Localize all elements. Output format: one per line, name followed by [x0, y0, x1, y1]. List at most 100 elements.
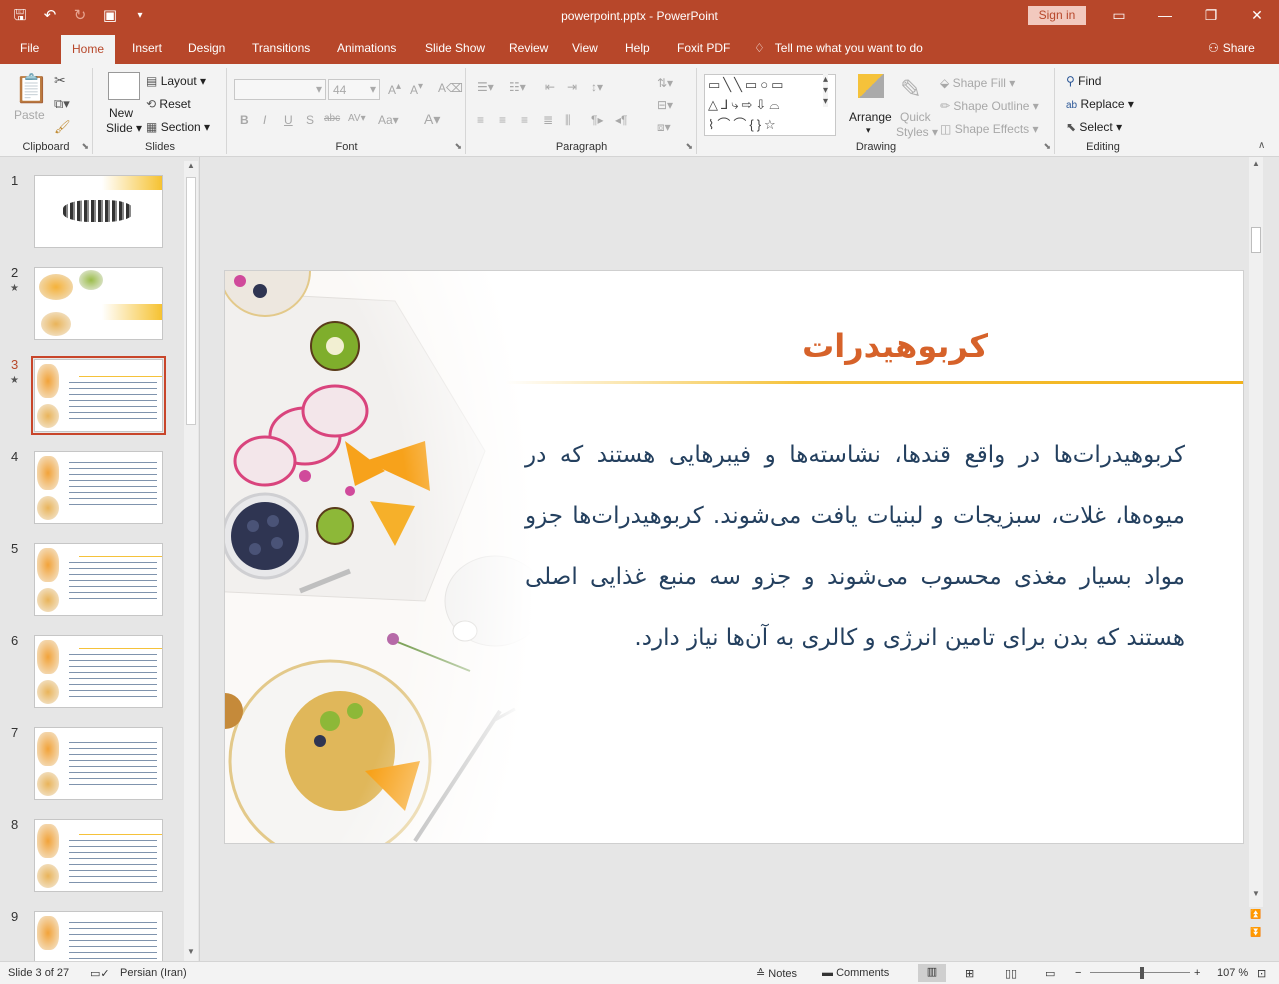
- notes-button[interactable]: ≙ Notes: [756, 967, 797, 980]
- shapes-gallery[interactable]: ▭╲╲▭○▭ △⅃⤷⇨⇩⌓ ⌇⌒⌒{}☆: [704, 74, 836, 136]
- slide-thumbnail-8[interactable]: [34, 819, 163, 892]
- justify-icon[interactable]: ≣: [543, 113, 553, 127]
- quick-styles-button[interactable]: ✎: [900, 74, 922, 105]
- scroll-down-icon[interactable]: ▼: [1249, 889, 1263, 898]
- font-size-box[interactable]: 44 ▾: [328, 79, 380, 100]
- slide-thumbnail-3[interactable]: [31, 356, 166, 435]
- scroll-thumb[interactable]: [1251, 227, 1261, 253]
- section-button[interactable]: ▦ Section ▾: [146, 120, 210, 134]
- slide-thumbnail-9[interactable]: [34, 911, 163, 961]
- change-case-icon[interactable]: Aa▾: [378, 113, 399, 127]
- paste-button[interactable]: 📋: [14, 72, 49, 105]
- strikethrough-icon[interactable]: abc: [324, 113, 340, 124]
- editor-scrollbar[interactable]: ▲ ▼: [1249, 157, 1263, 907]
- scroll-thumb[interactable]: [186, 177, 196, 425]
- character-spacing-icon[interactable]: AV▾: [348, 113, 366, 124]
- tab-animations[interactable]: Animations: [337, 41, 396, 55]
- decrease-indent-icon[interactable]: ⇤: [545, 80, 555, 94]
- shape-effects-button[interactable]: ◫ Shape Effects ▾: [940, 122, 1039, 136]
- share-button[interactable]: ⚇ Share: [1208, 41, 1255, 55]
- new-slide-button[interactable]: [104, 72, 140, 100]
- clear-formatting-icon[interactable]: A⌫: [438, 81, 463, 95]
- align-left-icon[interactable]: ≡: [477, 113, 484, 127]
- grow-font-icon[interactable]: A▴: [388, 81, 401, 97]
- slide-show-view-icon[interactable]: ▭: [1045, 967, 1055, 980]
- layout-button[interactable]: ▤ Layout ▾: [146, 74, 206, 88]
- align-right-icon[interactable]: ≡: [521, 113, 528, 127]
- text-direction-icon[interactable]: ⇅▾: [657, 76, 673, 90]
- slide-sorter-view-icon[interactable]: ⊞: [965, 967, 974, 980]
- fit-to-window-icon[interactable]: ⊡: [1257, 967, 1266, 980]
- reading-view-icon[interactable]: ▯▯: [1005, 967, 1017, 980]
- scroll-up-icon[interactable]: ▲: [1249, 159, 1263, 168]
- tab-home[interactable]: Home: [61, 35, 116, 64]
- smartart-icon[interactable]: ⧈▾: [657, 120, 671, 135]
- tell-me-box[interactable]: ♢ Tell me what you want to do: [754, 41, 923, 55]
- slide-thumbnail-5[interactable]: [34, 543, 163, 616]
- replace-button[interactable]: ab Replace ▾: [1066, 97, 1134, 111]
- slide-thumbnail-6[interactable]: [34, 635, 163, 708]
- bullets-icon[interactable]: ☰▾: [477, 80, 494, 94]
- italic-icon[interactable]: I: [263, 113, 266, 127]
- font-dialog-launcher-icon[interactable]: ⬊: [454, 141, 462, 152]
- comments-button[interactable]: ▬ Comments: [822, 967, 889, 979]
- shapes-more-icon[interactable]: ▴ ▾ ▾: [823, 74, 829, 107]
- rtl-icon[interactable]: ◂¶: [615, 113, 627, 127]
- close-button[interactable]: ✕: [1242, 4, 1272, 26]
- format-painter-icon[interactable]: 🖌: [54, 119, 71, 135]
- shrink-font-icon[interactable]: A▾: [410, 81, 423, 97]
- shape-fill-button[interactable]: ⬙ Shape Fill ▾: [940, 76, 1015, 90]
- clipboard-dialog-launcher-icon[interactable]: ⬊: [81, 141, 89, 152]
- slide-title[interactable]: کربوهیدرات: [645, 327, 1145, 365]
- tab-foxit-pdf[interactable]: Foxit PDF: [677, 41, 730, 55]
- collapse-ribbon-icon[interactable]: ∧: [1258, 140, 1265, 151]
- reset-button[interactable]: ⟲ Reset: [146, 97, 191, 111]
- tab-slide-show[interactable]: Slide Show: [425, 41, 485, 55]
- previous-slide-icon[interactable]: ⏫: [1249, 909, 1263, 920]
- font-name-box[interactable]: ▾: [234, 79, 326, 100]
- zoom-slider-thumb[interactable]: [1140, 967, 1144, 979]
- ribbon-display-options-icon[interactable]: ▭: [1104, 4, 1134, 26]
- zoom-in-icon[interactable]: +: [1194, 967, 1200, 979]
- scroll-up-icon[interactable]: ▲: [184, 161, 198, 170]
- normal-view-icon[interactable]: ▥: [918, 964, 946, 982]
- zoom-out-icon[interactable]: −: [1075, 967, 1081, 979]
- tab-help[interactable]: Help: [625, 41, 650, 55]
- shadow-icon[interactable]: S: [306, 113, 314, 127]
- tab-file[interactable]: File: [20, 41, 39, 55]
- select-button[interactable]: ⬉ Select ▾: [1066, 120, 1122, 134]
- zoom-level[interactable]: 107 %: [1217, 967, 1248, 979]
- arrange-button[interactable]: [850, 74, 884, 98]
- drawing-dialog-launcher-icon[interactable]: ⬊: [1043, 141, 1051, 152]
- shape-outline-button[interactable]: ✏ Shape Outline ▾: [940, 99, 1039, 113]
- next-slide-icon[interactable]: ⏬: [1249, 927, 1263, 938]
- tab-transitions[interactable]: Transitions: [252, 41, 310, 55]
- paragraph-dialog-launcher-icon[interactable]: ⬊: [685, 141, 693, 152]
- font-color-icon[interactable]: A▾: [424, 111, 440, 128]
- copy-icon[interactable]: ⧉▾: [54, 96, 70, 112]
- underline-icon[interactable]: U: [284, 113, 293, 127]
- thumbnails-scrollbar[interactable]: ▲ ▼: [184, 161, 198, 961]
- scroll-down-icon[interactable]: ▼: [184, 947, 198, 956]
- align-text-icon[interactable]: ⊟▾: [657, 98, 673, 112]
- bold-icon[interactable]: B: [240, 113, 249, 127]
- cut-icon[interactable]: ✂: [54, 72, 66, 89]
- slide-thumbnail-7[interactable]: [34, 727, 163, 800]
- line-spacing-icon[interactable]: ↕▾: [591, 80, 603, 94]
- arrange-dropdown-icon[interactable]: ▾: [866, 125, 871, 136]
- align-center-icon[interactable]: ≡: [499, 113, 506, 127]
- minimize-button[interactable]: —: [1150, 4, 1180, 26]
- increase-indent-icon[interactable]: ⇥: [567, 80, 577, 94]
- ltr-icon[interactable]: ¶▸: [591, 113, 603, 127]
- slide-thumbnail-1[interactable]: [34, 175, 163, 248]
- columns-icon[interactable]: ⫼: [565, 113, 571, 128]
- tab-view[interactable]: View: [572, 41, 598, 55]
- tab-design[interactable]: Design: [188, 41, 225, 55]
- spell-check-icon[interactable]: ▭✓: [90, 967, 110, 980]
- find-button[interactable]: ⚲ Find: [1066, 74, 1101, 88]
- slide-thumbnail-2[interactable]: [34, 267, 163, 340]
- tab-review[interactable]: Review: [509, 41, 548, 55]
- language-indicator[interactable]: Persian (Iran): [120, 967, 187, 979]
- current-slide[interactable]: کربوهیدرات کربوهیدرات‌ها در واقع قندها، …: [224, 270, 1244, 844]
- slide-thumbnail-4[interactable]: [34, 451, 163, 524]
